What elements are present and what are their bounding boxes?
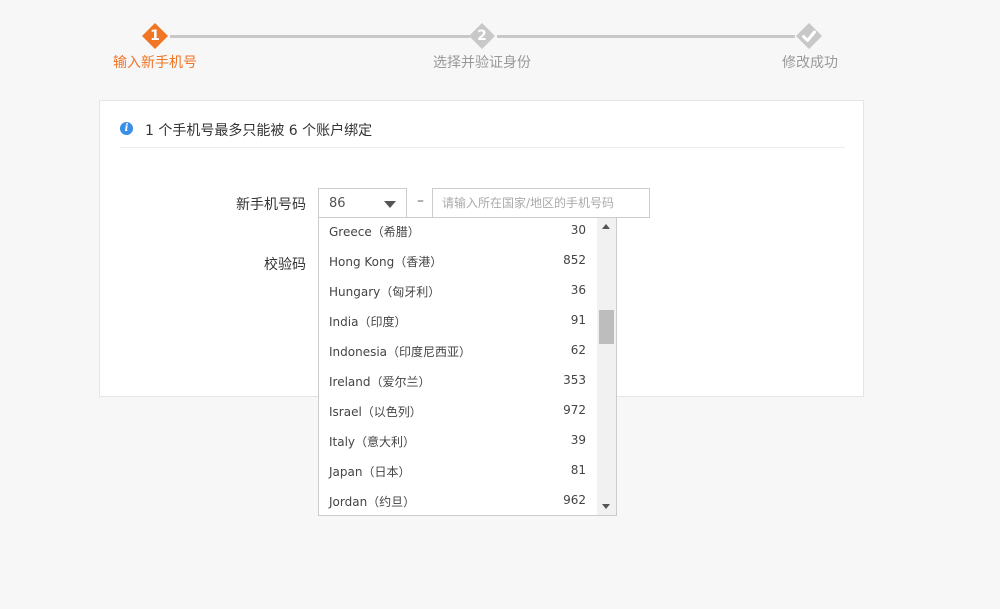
scrollbar-thumb[interactable] (599, 310, 614, 344)
country-option-code: 36 (570, 283, 586, 297)
phone-input[interactable] (432, 188, 650, 218)
notice-text: 1 个手机号最多只能被 6 个账户绑定 (145, 123, 373, 139)
step-1-marker: 1 (141, 22, 169, 50)
country-code-select[interactable]: 86 (318, 188, 407, 218)
country-option-name: Israel（以色列） (329, 405, 422, 419)
country-option-code: 30 (570, 223, 586, 237)
info-icon: i (120, 122, 133, 135)
country-option-code: 62 (570, 343, 586, 357)
country-option[interactable]: Hong Kong（香港） 852 (319, 247, 596, 277)
country-option-code: 91 (570, 313, 586, 327)
country-option-name: Japan（日本） (329, 465, 411, 479)
step-2-number: 2 (477, 28, 487, 44)
step-1-number: 1 (150, 28, 160, 44)
separator-dash: – (417, 193, 424, 209)
country-option[interactable]: Indonesia（印度尼西亚） 62 (319, 337, 596, 367)
country-option-code: 81 (570, 463, 586, 477)
country-option-name: Italy（意大利） (329, 435, 416, 449)
country-option[interactable]: Israel（以色列） 972 (319, 397, 596, 427)
step-3-label: 修改成功 (782, 55, 838, 71)
country-option-name: Indonesia（印度尼西亚） (329, 345, 472, 359)
country-option[interactable]: Japan（日本） 81 (319, 457, 596, 487)
stepper: 1 2 输入新手机号 选择并验证身份 修改成功 (0, 0, 1000, 80)
country-option-name: Ireland（爱尔兰） (329, 375, 431, 389)
check-icon (802, 30, 816, 42)
code-label: 校验码 (264, 257, 306, 273)
country-option[interactable]: Greece（希腊） 30 (319, 218, 596, 247)
chevron-down-icon (384, 201, 396, 208)
notice-bar: i 1 个手机号最多只能被 6 个账户绑定 (120, 101, 845, 148)
step-1-label: 输入新手机号 (113, 55, 197, 71)
country-option-name: Greece（希腊） (329, 225, 420, 239)
country-option[interactable]: India（印度） 91 (319, 307, 596, 337)
country-dropdown[interactable]: Greece（希腊） 30 Hong Kong（香港） 852 Hungary（… (318, 217, 617, 516)
country-option-code: 962 (563, 493, 586, 507)
step-connector-2 (497, 35, 795, 38)
scroll-up-arrow-icon[interactable] (597, 218, 616, 235)
country-option-name: Hungary（匈牙利） (329, 285, 441, 299)
country-option[interactable]: Italy（意大利） 39 (319, 427, 596, 457)
country-option[interactable]: Ireland（爱尔兰） 353 (319, 367, 596, 397)
country-option[interactable]: Jordan（约旦） 962 (319, 487, 596, 515)
country-option-name: Jordan（约旦） (329, 495, 416, 509)
step-2-label: 选择并验证身份 (433, 55, 531, 71)
step-2-marker: 2 (468, 22, 496, 50)
country-option-name: India（印度） (329, 315, 407, 329)
step-3-marker (795, 22, 823, 50)
country-option-code: 972 (563, 403, 586, 417)
country-code-value: 86 (329, 196, 346, 211)
step-connector-1 (170, 35, 470, 38)
phone-label: 新手机号码 (236, 197, 306, 213)
country-option-code: 39 (570, 433, 586, 447)
country-option[interactable]: Hungary（匈牙利） 36 (319, 277, 596, 307)
country-option-code: 852 (563, 253, 586, 267)
dropdown-scrollbar[interactable] (597, 218, 616, 515)
country-option-name: Hong Kong（香港） (329, 255, 443, 269)
country-option-code: 353 (563, 373, 586, 387)
scroll-down-arrow-icon[interactable] (597, 498, 616, 515)
